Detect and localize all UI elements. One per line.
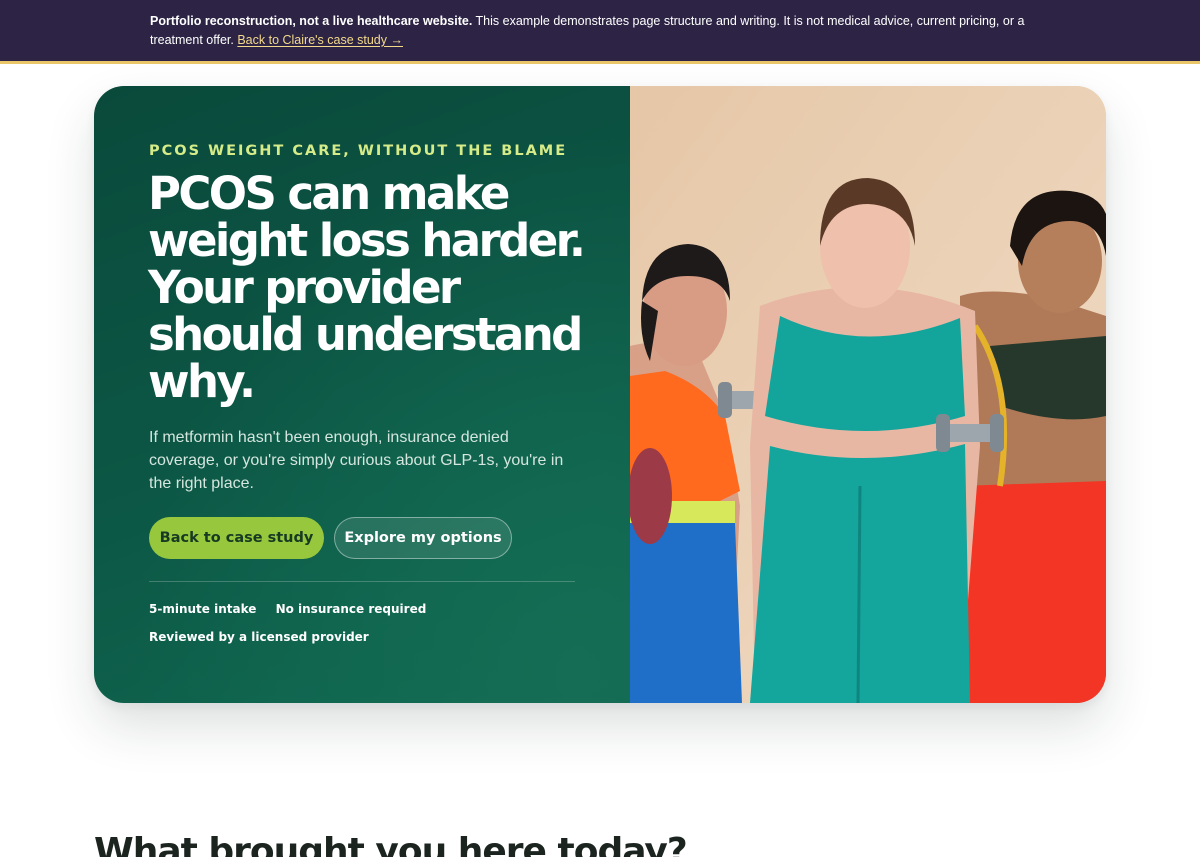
hero-photo: [630, 86, 1106, 703]
hero-content: PCOS WEIGHT CARE, WITHOUT THE BLAME PCOS…: [94, 86, 630, 703]
case-study-link[interactable]: Back to Claire's case study →: [237, 33, 403, 47]
hero-divider: [149, 581, 575, 582]
disclaimer-text: Portfolio reconstruction, not a live hea…: [150, 12, 1055, 50]
hero-lede: If metformin hasn't been enough, insuran…: [149, 429, 564, 492]
badge-reviewed: Reviewed by a licensed provider: [149, 630, 369, 644]
hero-card: PCOS WEIGHT CARE, WITHOUT THE BLAME PCOS…: [94, 86, 1106, 703]
badge-insurance: No insurance required: [275, 602, 427, 616]
fitness-photo-icon: [630, 86, 1106, 703]
explore-options-button[interactable]: Explore my options: [334, 517, 512, 559]
trust-badges: 5-minute intake No insurance required Re…: [149, 599, 579, 647]
back-to-case-study-button[interactable]: Back to case study: [149, 517, 324, 559]
section-title: What brought you here today?: [94, 831, 688, 857]
hero-headline: PCOS can make weight loss harder. Your p…: [148, 167, 586, 408]
disclaimer-strong: Portfolio reconstruction, not a live hea…: [150, 14, 473, 28]
disclaimer-banner: Portfolio reconstruction, not a live hea…: [0, 0, 1200, 64]
badge-intake: 5-minute intake: [149, 602, 257, 616]
hero-eyebrow: PCOS WEIGHT CARE, WITHOUT THE BLAME: [149, 143, 568, 159]
